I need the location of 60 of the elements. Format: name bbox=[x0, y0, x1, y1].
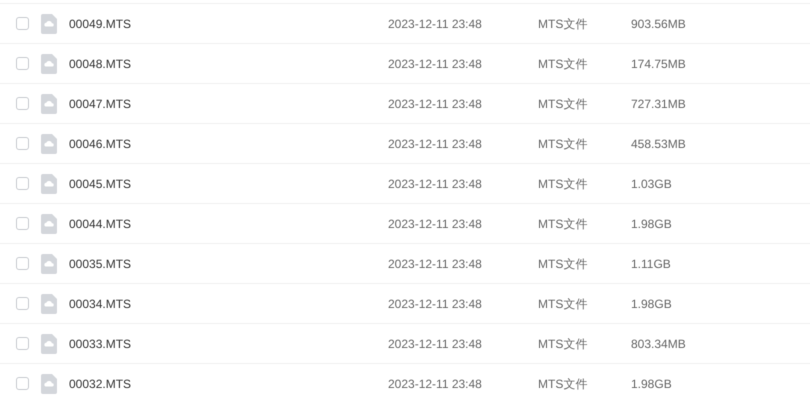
file-type: MTS文件 bbox=[538, 176, 588, 192]
modified-date: 2023-12-11 23:48 bbox=[388, 376, 483, 392]
file-size: 1.98GB bbox=[631, 216, 672, 232]
file-type: MTS文件 bbox=[538, 336, 588, 352]
file-size: 1.03GB bbox=[631, 176, 672, 192]
file-type: MTS文件 bbox=[538, 56, 588, 72]
file-type: MTS文件 bbox=[538, 96, 588, 112]
file-name[interactable]: 00034.MTS bbox=[69, 294, 388, 312]
file-type: MTS文件 bbox=[538, 256, 588, 272]
row-checkbox[interactable] bbox=[16, 377, 29, 390]
row-checkbox[interactable] bbox=[16, 177, 29, 190]
file-name[interactable]: 00032.MTS bbox=[69, 374, 388, 392]
file-icon bbox=[41, 54, 57, 74]
row-checkbox[interactable] bbox=[16, 57, 29, 70]
file-name[interactable]: 00048.MTS bbox=[69, 54, 388, 72]
file-type: MTS文件 bbox=[538, 376, 588, 392]
file-icon bbox=[41, 254, 57, 274]
file-icon bbox=[41, 294, 57, 314]
file-name[interactable]: 00044.MTS bbox=[69, 214, 388, 232]
file-name[interactable]: 00047.MTS bbox=[69, 94, 388, 112]
file-name[interactable]: 00046.MTS bbox=[69, 134, 388, 152]
row-checkbox[interactable] bbox=[16, 137, 29, 150]
file-icon bbox=[41, 14, 57, 34]
file-icon bbox=[41, 134, 57, 154]
modified-date: 2023-12-11 23:48 bbox=[388, 16, 483, 32]
row-checkbox[interactable] bbox=[16, 297, 29, 310]
file-size: 1.98GB bbox=[631, 296, 672, 312]
row-checkbox[interactable] bbox=[16, 17, 29, 30]
file-name[interactable]: 00049.MTS bbox=[69, 14, 388, 32]
modified-date: 2023-12-11 23:48 bbox=[388, 56, 483, 72]
file-name[interactable]: 00033.MTS bbox=[69, 334, 388, 352]
file-name[interactable]: 00045.MTS bbox=[69, 174, 388, 192]
row-checkbox[interactable] bbox=[16, 217, 29, 230]
modified-date: 2023-12-11 23:48 bbox=[388, 296, 483, 312]
file-size: 458.53MB bbox=[631, 136, 686, 152]
file-type: MTS文件 bbox=[538, 16, 588, 32]
file-size: 903.56MB bbox=[631, 16, 686, 32]
file-type: MTS文件 bbox=[538, 296, 588, 312]
modified-date: 2023-12-11 23:48 bbox=[388, 96, 483, 112]
row-checkbox[interactable] bbox=[16, 337, 29, 350]
file-name[interactable]: 00035.MTS bbox=[69, 254, 388, 272]
row-checkbox[interactable] bbox=[16, 257, 29, 270]
modified-date: 2023-12-11 23:48 bbox=[388, 216, 483, 232]
file-icon bbox=[41, 94, 57, 114]
file-size: 1.11GB bbox=[631, 256, 671, 272]
file-size: 1.98GB bbox=[631, 376, 672, 392]
file-icon bbox=[41, 214, 57, 234]
modified-date: 2023-12-11 23:48 bbox=[388, 136, 483, 152]
file-type: MTS文件 bbox=[538, 136, 588, 152]
file-size: 174.75MB bbox=[631, 56, 686, 72]
modified-date: 2023-12-11 23:48 bbox=[388, 336, 483, 352]
file-type: MTS文件 bbox=[538, 216, 588, 232]
file-size: 727.31MB bbox=[631, 96, 686, 112]
file-size: 803.34MB bbox=[631, 336, 686, 352]
file-icon bbox=[41, 374, 57, 394]
modified-date: 2023-12-11 23:48 bbox=[388, 256, 483, 272]
file-icon bbox=[41, 334, 57, 354]
row-checkbox[interactable] bbox=[16, 97, 29, 110]
file-icon bbox=[41, 174, 57, 194]
modified-date: 2023-12-11 23:48 bbox=[388, 176, 483, 192]
